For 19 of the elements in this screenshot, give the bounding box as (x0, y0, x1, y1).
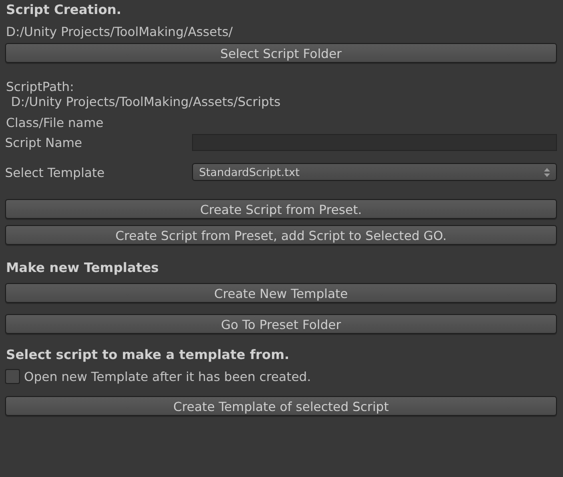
section-heading: Select script to make a template from. (6, 348, 290, 363)
open-template-checkbox[interactable] (5, 369, 20, 384)
section-heading: Script Creation. (6, 3, 122, 18)
template-button[interactable]: Go To Preset Folder (5, 314, 557, 334)
create-script-button[interactable]: Create Script from Preset. (5, 199, 557, 219)
dropdown-arrows-icon (544, 168, 550, 176)
folder-path: D:/Unity Projects/ToolMaking/Assets/ (6, 24, 233, 39)
script-name-label: Script Name (5, 135, 84, 150)
script-path-label: ScriptPath: (6, 79, 74, 94)
class-file-label: Class/File name (6, 115, 104, 130)
checkbox-label: Open new Template after it has been created. (24, 369, 311, 384)
create-template-button[interactable]: Create Template of selected Script (5, 396, 557, 416)
select-folder-button[interactable]: Select Script Folder (5, 43, 557, 63)
script-path: D:/Unity Projects/ToolMaking/Assets/Scripts (11, 94, 281, 109)
template-dropdown[interactable]: StandardScript.txt (192, 163, 557, 181)
template-label: Select Template (5, 164, 106, 180)
template-button[interactable]: Create New Template (5, 283, 557, 303)
section-heading: Make new Templates (6, 261, 159, 276)
create-script-button[interactable]: Create Script from Preset, add Script to Selected GO. (5, 225, 557, 245)
